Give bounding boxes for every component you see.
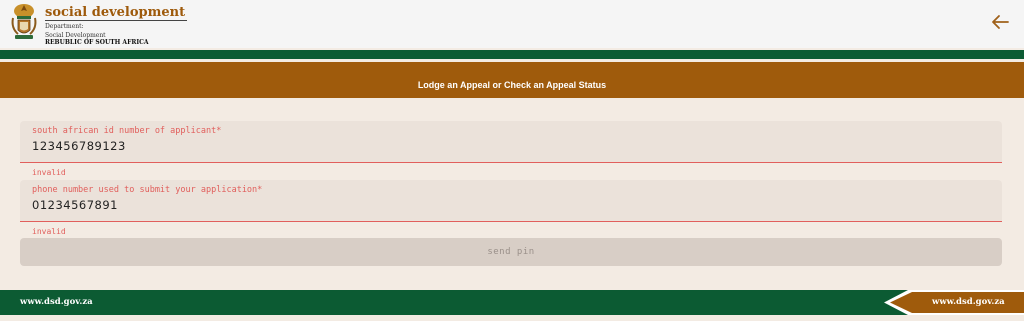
green-divider <box>0 50 1024 59</box>
footer-link-right[interactable]: www.dsd.gov.za <box>932 290 1005 315</box>
send-pin-button[interactable]: send pin <box>20 238 1002 266</box>
page-title: Lodge an Appeal or Check an Appeal Statu… <box>417 80 607 90</box>
id-number-field[interactable]: south african id number of applicant* <box>20 121 1002 163</box>
page-banner: Lodge an Appeal or Check an Appeal Statu… <box>0 62 1024 98</box>
footer-link-left[interactable]: www.dsd.gov.za <box>20 290 93 315</box>
bottom-strip <box>0 315 1024 321</box>
coat-of-arms-icon <box>11 4 37 39</box>
country-name: REBUBLIC OF SOUTH AFRICA <box>45 39 149 46</box>
header-bar: social development Department: Social De… <box>0 0 1024 48</box>
phone-number-field[interactable]: phone number used to submit your applica… <box>20 180 1002 222</box>
dept-name: Social Development <box>45 32 106 39</box>
footer-bar: www.dsd.gov.za www.dsd.gov.za <box>0 290 1024 315</box>
phone-number-error: invalid <box>32 227 66 236</box>
phone-number-input[interactable] <box>32 198 932 212</box>
brand-title: social development <box>45 5 188 21</box>
id-number-label: south african id number of applicant* <box>32 126 222 136</box>
dept-label: Department: <box>45 23 84 30</box>
id-number-error: invalid <box>32 168 66 177</box>
arrow-left-icon[interactable] <box>990 14 1010 30</box>
phone-number-label: phone number used to submit your applica… <box>32 185 263 195</box>
brand-block: social development Department: Social De… <box>45 1 188 47</box>
id-number-input[interactable] <box>32 139 932 153</box>
